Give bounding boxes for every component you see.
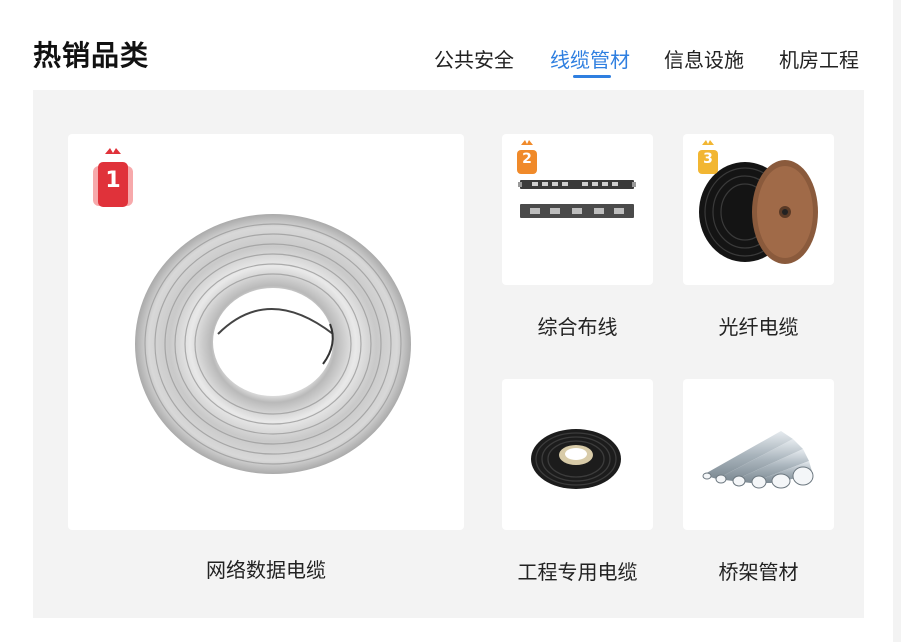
rank-2-badge: 2 [510, 140, 544, 180]
steel-pipes-image [702, 431, 814, 489]
product-tile-engineering-cable[interactable] [502, 379, 653, 530]
black-cable-coil-image [531, 429, 621, 489]
rank-3-badge: 3 [691, 140, 725, 180]
product-name[interactable]: 桥架管材 [683, 556, 834, 585]
product-tile-cabling[interactable]: 2 [502, 134, 653, 285]
tab-info-facilities[interactable]: 信息设施 [664, 44, 744, 73]
product-tile-bridge-pipe[interactable] [683, 379, 834, 530]
product-name[interactable]: 光纤电缆 [683, 311, 834, 340]
hot-categories-card: 热销品类 公共安全 线缆管材 信息设施 机房工程 1 网络数据电缆 2 综合布线… [0, 0, 893, 642]
active-tab-indicator [573, 75, 611, 78]
section-title: 热销品类 [33, 39, 150, 72]
product-tile-fiber[interactable]: 3 [683, 134, 834, 285]
product-panel: 1 网络数据电缆 2 综合布线 3 光纤电缆 工程专用电缆 桥架管材 [33, 90, 864, 618]
product-name[interactable]: 综合布线 [502, 311, 653, 340]
rank-1-badge: 1 [84, 148, 142, 210]
product-tile-network-cable[interactable]: 1 [68, 134, 464, 530]
page-edge [893, 0, 901, 642]
product-name[interactable]: 网络数据电缆 [68, 554, 464, 583]
tab-cable-pipe[interactable]: 线缆管材 [550, 44, 630, 73]
product-name[interactable]: 工程专用电缆 [502, 556, 653, 585]
tab-public-safety[interactable]: 公共安全 [434, 44, 514, 73]
tab-server-room[interactable]: 机房工程 [779, 44, 859, 73]
